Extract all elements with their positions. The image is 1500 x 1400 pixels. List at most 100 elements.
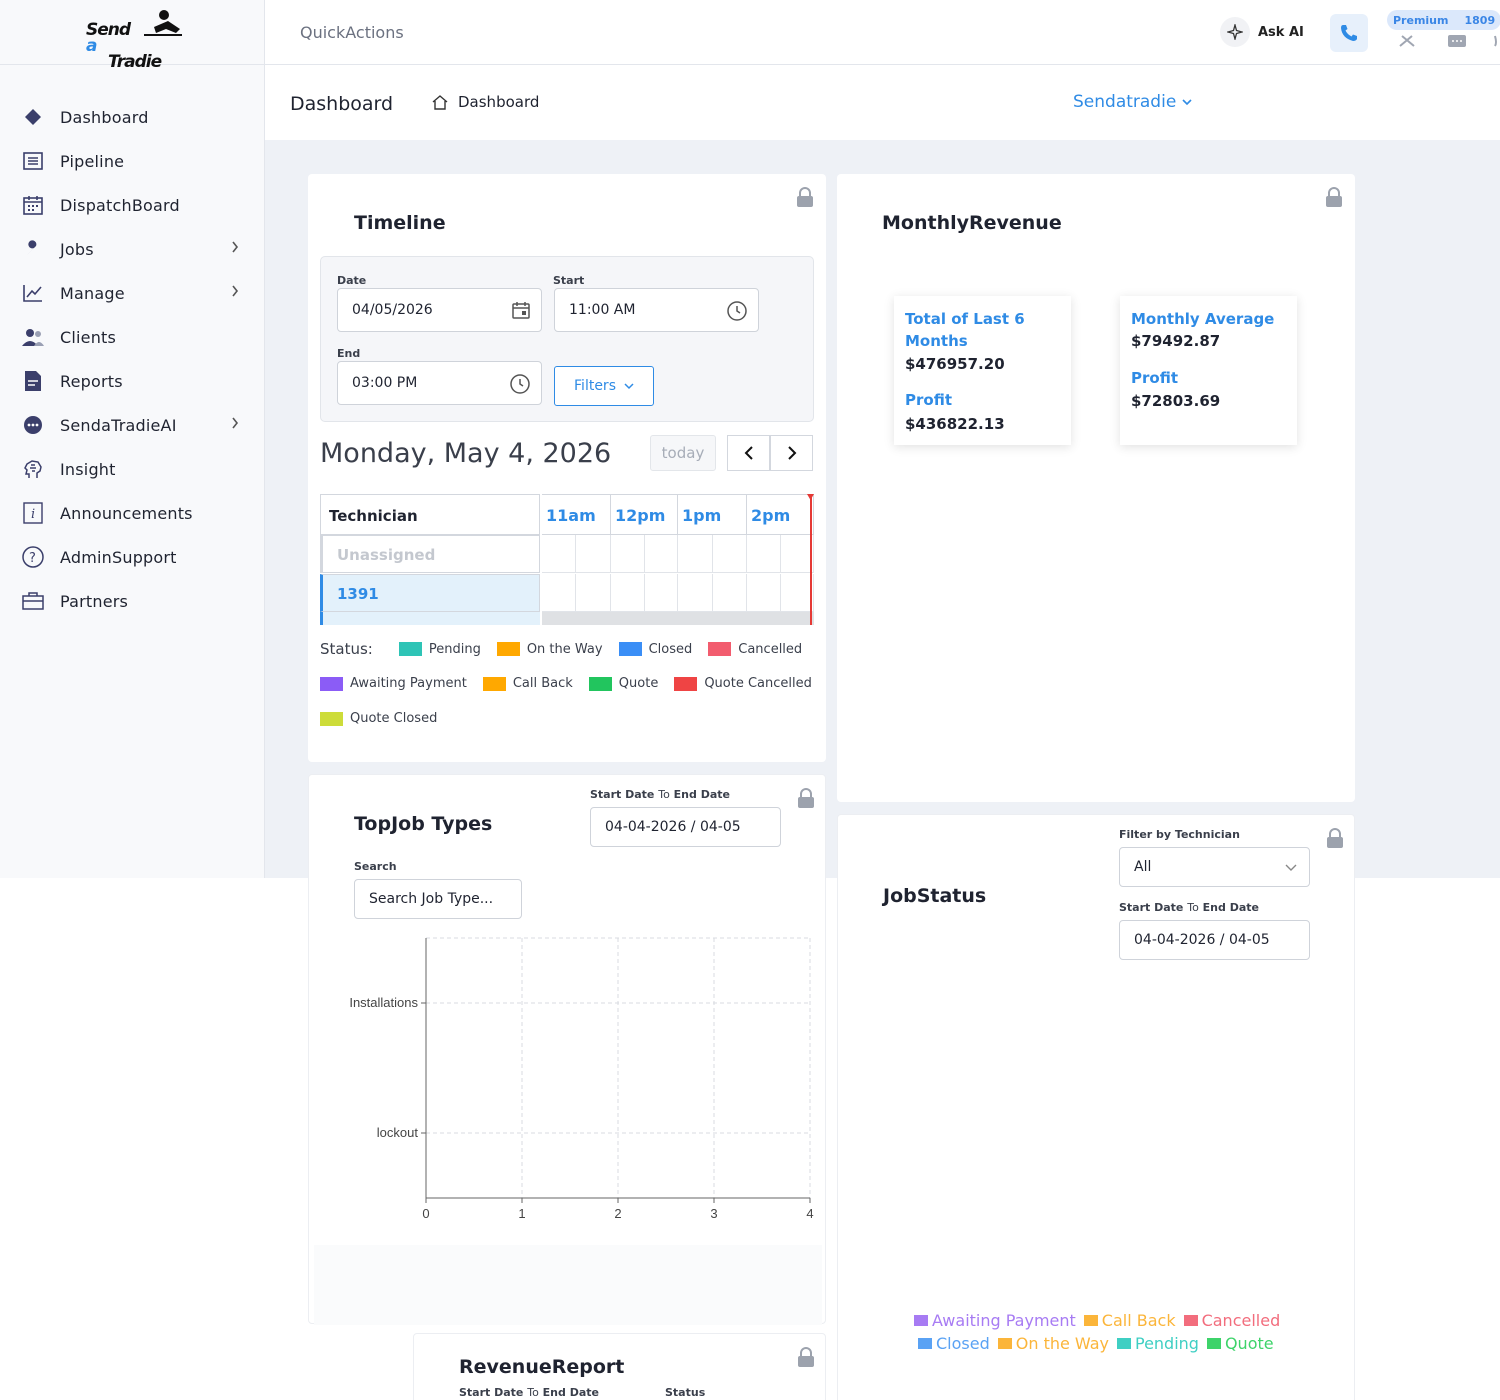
status-legend-row: Status: Pending On the Way Closed Cancel… — [320, 640, 802, 658]
lock-icon[interactable] — [1325, 187, 1343, 207]
technician-filter-label: Filter by Technician — [1119, 828, 1240, 841]
sidebar-item-pipeline[interactable]: Pipeline — [0, 139, 265, 183]
legend-label: Call Back — [512, 676, 573, 691]
date-range-input[interactable]: 04-04-2026 / 04-05 — [590, 807, 781, 847]
timeline-scroll-track[interactable] — [542, 612, 814, 625]
app-root: Send a Tradie Dashboard Pipeline Dispatch… — [0, 0, 1500, 1400]
technician-row-1391[interactable]: 1391 — [320, 574, 540, 612]
sidebar-item-announcements[interactable]: i Announcements — [0, 491, 265, 535]
tools-icon[interactable] — [1397, 33, 1417, 49]
legend-item-pending[interactable]: Pending — [1116, 1334, 1199, 1353]
job-status-legend-row: Awaiting Payment Call Back Cancelled — [914, 1311, 1280, 1330]
now-indicator-marker — [807, 494, 814, 500]
start-time-input[interactable]: 11:00 AM — [554, 288, 759, 332]
legend-item-cancelled[interactable]: Cancelled — [1183, 1311, 1280, 1330]
legend-item-on-the-way[interactable]: On the Way — [997, 1334, 1109, 1353]
today-button[interactable]: today — [650, 435, 716, 471]
sidebar: Send a Tradie Dashboard Pipeline Dispatch… — [0, 0, 265, 878]
prev-button[interactable] — [727, 435, 770, 471]
timeline-slot[interactable] — [542, 574, 576, 612]
legend-item-awaiting-payment[interactable]: Awaiting Payment — [914, 1311, 1076, 1330]
next-button[interactable] — [770, 435, 813, 471]
info-icon: i — [22, 502, 44, 524]
ask-ai-button[interactable]: Ask AI — [1220, 17, 1304, 47]
legend-item-closed[interactable]: Closed — [918, 1334, 990, 1353]
legend-swatch-on-the-way — [496, 642, 520, 656]
timeline-slot[interactable] — [747, 574, 781, 612]
phone-icon — [1341, 25, 1357, 41]
clock-icon[interactable] — [510, 374, 530, 394]
lock-icon[interactable] — [796, 187, 814, 207]
timeline-filter-panel: Date 04/05/2026 Start 11:00 AM End 03:00… — [320, 256, 814, 422]
sidebar-item-dashboard[interactable]: Dashboard — [0, 95, 265, 139]
timeline-slot[interactable] — [678, 535, 713, 573]
sidebar-item-clients[interactable]: Clients — [0, 315, 265, 359]
sidebar-item-label: Dashboard — [60, 107, 149, 127]
lock-icon[interactable] — [797, 788, 815, 808]
lock-icon[interactable] — [1326, 828, 1344, 848]
sidebar-item-label: SendaTradieAI — [60, 415, 177, 435]
legend-label: Quote Closed — [350, 711, 438, 726]
message-icon[interactable] — [1447, 33, 1467, 49]
timeline-slot[interactable] — [542, 535, 576, 573]
svg-text:i: i — [31, 507, 35, 522]
average-value: $79492.87 — [1131, 332, 1221, 350]
sparkle-icon — [1220, 17, 1250, 47]
sidebar-item-sendatradieai[interactable]: SendaTradieAI — [0, 403, 265, 447]
timeline-slot[interactable] — [713, 535, 747, 573]
calendar-icon[interactable] — [512, 301, 530, 319]
legend-label: Pending — [428, 641, 481, 657]
legend-item-call-back[interactable]: Call Back — [1083, 1311, 1176, 1330]
technician-header: Technician — [320, 494, 540, 535]
chevron-down-icon — [1285, 864, 1297, 871]
sidebar-item-manage[interactable]: Manage — [0, 271, 265, 315]
sidebar-item-adminsupport[interactable]: ? AdminSupport — [0, 535, 265, 579]
logo[interactable]: Send a Tradie — [0, 0, 264, 71]
lock-icon[interactable] — [797, 1347, 815, 1367]
total-value: $476957.20 — [905, 355, 1005, 373]
timeline-slot[interactable] — [611, 574, 645, 612]
sidebar-item-insight[interactable]: Insight — [0, 447, 265, 491]
timeline-slot[interactable] — [678, 574, 713, 612]
quick-actions-link[interactable]: QuickActions — [300, 23, 404, 42]
sidebar-item-reports[interactable]: Reports — [0, 359, 265, 403]
sidebar-item-dispatchboard[interactable]: DispatchBoard — [0, 183, 265, 227]
timeline-slot[interactable] — [747, 535, 781, 573]
sidebar-item-label: Announcements — [60, 503, 193, 523]
timeline-slot[interactable] — [576, 574, 611, 612]
more-icon[interactable] — [1493, 33, 1500, 49]
sidebar-item-jobs[interactable]: Jobs — [0, 227, 265, 271]
filters-button[interactable]: Filters — [554, 366, 654, 406]
date-range-input[interactable]: 04-04-2026 / 04-05 — [1119, 920, 1310, 960]
job-status-card: JobStatus Filter by Technician All Start… — [837, 814, 1355, 1400]
phone-button[interactable] — [1330, 14, 1368, 52]
timeline-slot[interactable] — [611, 535, 645, 573]
sidebar-item-partners[interactable]: Partners — [0, 579, 265, 623]
job-status-title: JobStatus — [883, 885, 987, 907]
timeline-slot[interactable] — [713, 574, 747, 612]
legend-swatch-quote-closed — [320, 711, 343, 726]
timeline-slot[interactable] — [645, 535, 678, 573]
y-tick-label: lockout — [377, 1125, 419, 1140]
x-tick-label: 0 — [422, 1206, 429, 1221]
technician-row-unassigned[interactable]: Unassigned — [320, 535, 540, 573]
legend-item-quote[interactable]: Quote — [1206, 1334, 1274, 1353]
breadcrumb[interactable]: Dashboard — [432, 93, 539, 111]
start-label: Start — [553, 274, 585, 287]
legend-label: Quote Cancelled — [704, 676, 812, 691]
timeline-slot[interactable] — [576, 535, 611, 573]
clock-icon[interactable] — [727, 301, 747, 321]
date-input[interactable]: 04/05/2026 — [337, 288, 542, 332]
timeline-slot[interactable] — [645, 574, 678, 612]
technician-row-overflow — [320, 612, 540, 625]
end-time-input[interactable]: 03:00 PM — [337, 361, 542, 405]
search-placeholder: Search Job Type... — [369, 891, 494, 907]
org-selector[interactable]: Sendatradie — [1073, 92, 1192, 112]
briefcase-icon — [22, 590, 44, 612]
filters-label: Filters — [574, 378, 616, 394]
sidebar-item-label: Pipeline — [60, 151, 125, 171]
premium-badge[interactable]: Premium 1809 — [1387, 10, 1500, 30]
technician-filter-select[interactable]: All — [1119, 847, 1310, 887]
date-range-label: Start Date To End Date — [590, 788, 730, 801]
search-job-type-input[interactable]: Search Job Type... — [354, 879, 522, 919]
